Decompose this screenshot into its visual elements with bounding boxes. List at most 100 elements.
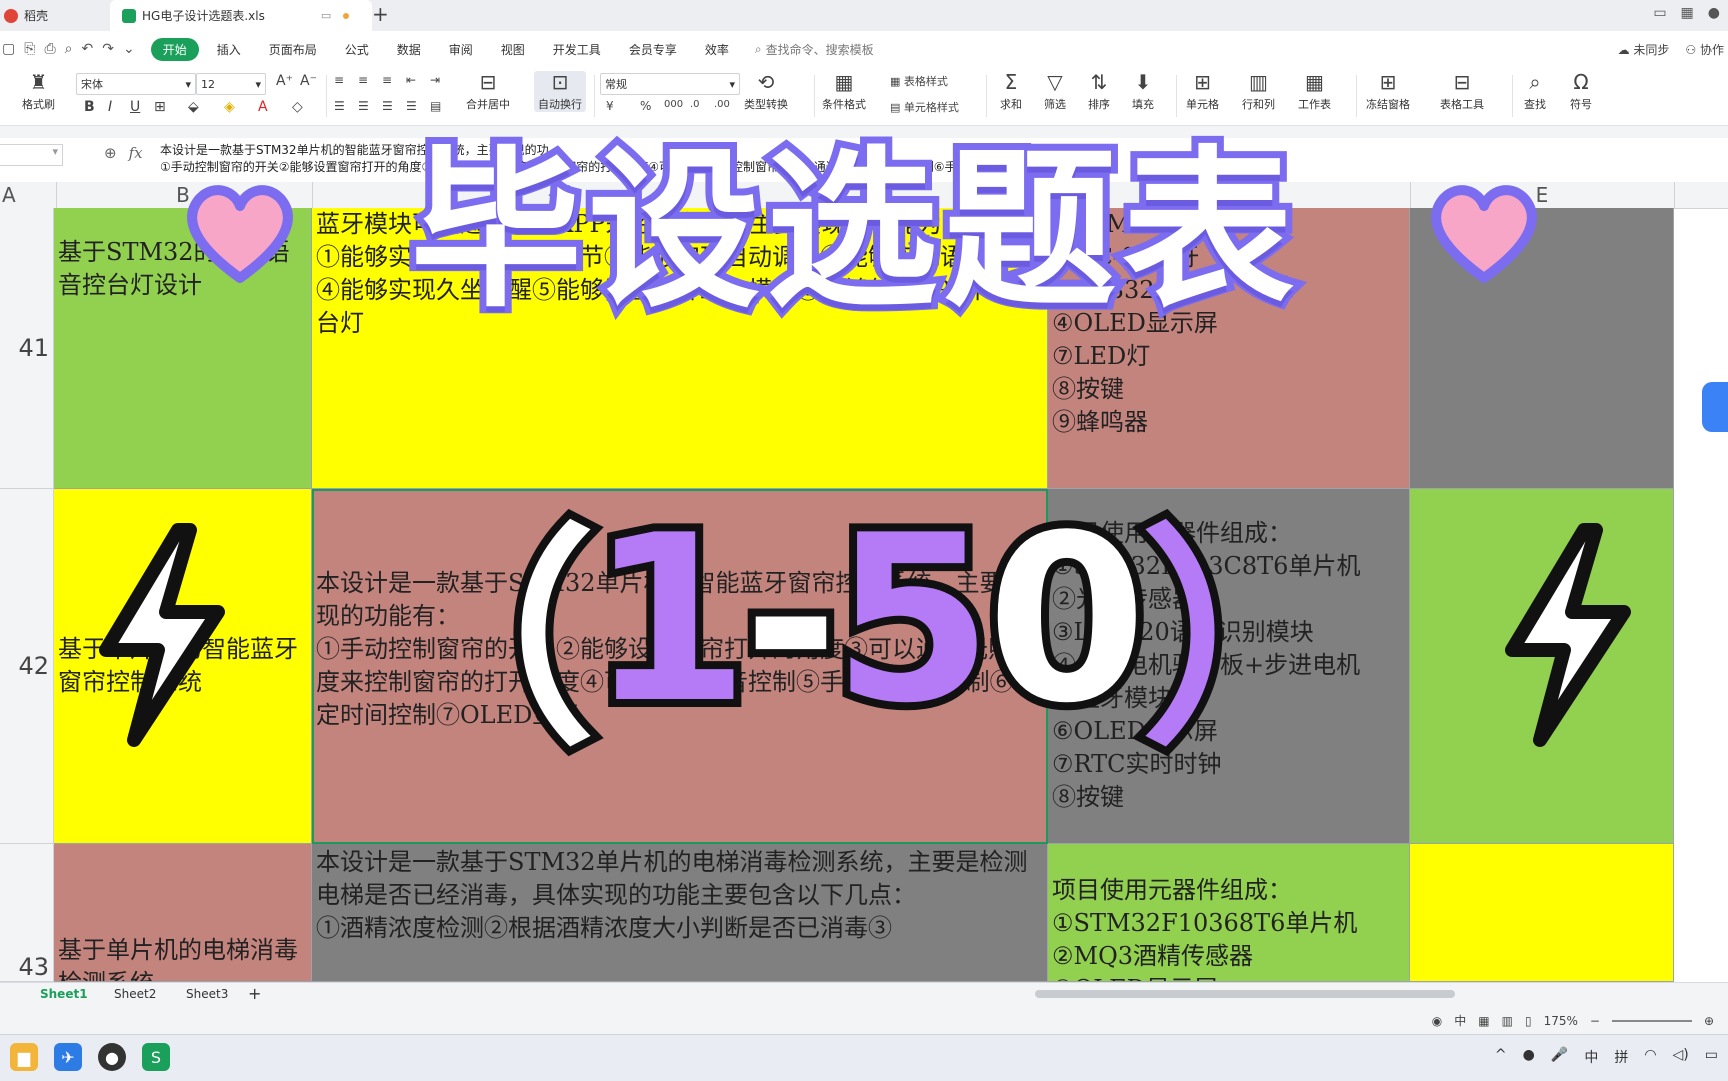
font-color-icon[interactable]: A (258, 99, 268, 115)
layout-icon[interactable]: ▭ (1653, 5, 1666, 21)
menu-review[interactable]: 审阅 (435, 41, 487, 58)
fx-icon[interactable]: fx (129, 144, 143, 162)
tray-chevron-icon[interactable]: ^ (1495, 1047, 1507, 1067)
tab-spreadsheet[interactable]: HG电子设计选题表.xls ▭ (110, 0, 372, 31)
symbol-label: 符号 (1570, 98, 1592, 111)
normal-view-icon[interactable]: ▦ (1478, 1014, 1489, 1028)
sheet-tab-2[interactable]: Sheet2 (114, 987, 156, 1001)
page-view-icon[interactable]: ▯ (1525, 1014, 1532, 1028)
menu-developer[interactable]: 开发工具 (539, 41, 615, 58)
cell-e43[interactable] (1410, 844, 1674, 982)
spreadsheet-icon (122, 8, 136, 23)
heart-icon (1431, 185, 1537, 283)
align-bottom-icon[interactable]: ≡ (382, 73, 392, 87)
collaborate-button[interactable]: ⚇ 协作 (1685, 41, 1724, 58)
new-tab-button[interactable]: + (372, 2, 389, 26)
file-explorer-icon[interactable]: ▆ (10, 1043, 38, 1071)
menu-efficiency[interactable]: 效率 (691, 41, 743, 58)
highlight-icon[interactable]: ◈ (224, 99, 235, 115)
worksheet-button[interactable]: ▦ 工作表 (1298, 71, 1331, 112)
user-avatar-icon[interactable]: ● (1708, 5, 1720, 21)
microphone-icon[interactable]: 🎤 (1551, 1047, 1568, 1067)
zoom-level[interactable]: 175% (1544, 1014, 1578, 1028)
zoom-icon[interactable]: ⊕ (104, 144, 117, 162)
clear-icon[interactable]: ◇ (292, 99, 303, 115)
input-lang-icon[interactable]: 中 (1454, 1012, 1466, 1029)
table-style-label: 表格样式 (903, 75, 948, 88)
cell-d43[interactable]: 项目使用元器件组成： ①STM32F10368T6单片机 ②MQ3酒精传感器 ③… (1048, 844, 1410, 982)
add-sheet-button[interactable]: + (248, 984, 261, 1003)
menu-insert[interactable]: 插入 (203, 41, 255, 58)
menu-view[interactable]: 视图 (487, 41, 539, 58)
menu-page-layout[interactable]: 页面布局 (255, 41, 331, 58)
format-painter-button[interactable]: ♜ 格式刷 (22, 71, 55, 112)
bird-app-icon[interactable]: ✈ (54, 1043, 82, 1071)
freeze-button[interactable]: ⊞ 冻结窗格 (1366, 71, 1410, 112)
zoom-out-icon[interactable]: − (1590, 1014, 1600, 1028)
table-style-button[interactable]: ▦ 表格样式 (890, 73, 948, 89)
cell-b43[interactable]: 基于单片机的电梯消毒检测系统 (54, 844, 312, 982)
wifi-icon[interactable]: ◠ (1644, 1047, 1656, 1067)
align-left-icon[interactable]: ☰ (334, 99, 345, 113)
font-size-select[interactable]: 12 ▾ (196, 73, 266, 95)
preview-icon[interactable]: ⌕ (65, 41, 73, 57)
find-button[interactable]: ⌕ 查找 (1524, 71, 1546, 112)
heart-icon (187, 185, 293, 283)
sheet-tab-1[interactable]: Sheet1 (40, 987, 88, 1001)
zoom-in-icon[interactable]: ⊕ (1704, 1014, 1714, 1028)
align-middle-icon[interactable]: ≡ (358, 73, 368, 87)
reading-view-icon[interactable]: ▥ (1502, 1014, 1513, 1028)
indent-increase-icon[interactable]: ⇥ (430, 73, 440, 87)
cell-c43[interactable]: 本设计是一款基于STM32单片机的电梯消毒检测系统，主要是检测电梯是否已经消毒，… (312, 844, 1048, 982)
italic-icon[interactable]: I (108, 99, 112, 115)
tab-popout-icon[interactable]: ▭ (321, 9, 331, 22)
more-icon[interactable]: ⌄ (123, 41, 135, 57)
eye-protect-icon[interactable]: ◉ (1432, 1014, 1442, 1028)
align-right-icon[interactable]: ☰ (382, 99, 393, 113)
tray-lang[interactable]: 中 (1584, 1047, 1598, 1067)
font-name-select[interactable]: 宋体 ▾ (76, 73, 196, 95)
save-icon[interactable]: ▢ (2, 41, 15, 57)
bold-icon[interactable]: B (84, 99, 95, 115)
lightning-icon (1505, 523, 1631, 747)
horizontal-scrollbar[interactable] (1035, 990, 1455, 998)
battery-icon[interactable]: ▭ (1705, 1047, 1718, 1067)
font-name-value: 宋体 (81, 78, 103, 91)
print-icon[interactable]: ⎙ (44, 41, 55, 57)
align-center-icon[interactable]: ☰ (358, 99, 369, 113)
font-grow-icon[interactable]: A⁺ (276, 73, 293, 89)
border-icon[interactable]: ⊞ (154, 99, 166, 115)
tab-bar: 稻壳 HG电子设计选题表.xls ▭ + ▭ ▦ ● (0, 0, 1728, 32)
tray-ime[interactable]: 拼 (1614, 1047, 1628, 1067)
grid-apps-icon[interactable]: ▦ (1681, 5, 1694, 21)
redo-icon[interactable]: ↷ (102, 41, 114, 57)
media-app-icon[interactable]: ● (98, 1043, 126, 1071)
tray-app-icon[interactable]: ● (1523, 1047, 1535, 1067)
menu-start[interactable]: 开始 (150, 37, 199, 61)
table-tools-button[interactable]: ⊟ 表格工具 (1440, 71, 1484, 112)
volume-icon[interactable]: ◁) (1673, 1047, 1689, 1067)
indent-decrease-icon[interactable]: ⇤ (406, 73, 416, 87)
name-box[interactable]: ▾ (0, 144, 63, 166)
menu-member[interactable]: 会员专享 (615, 41, 691, 58)
undo-icon[interactable]: ↶ (81, 41, 93, 57)
side-assistant-widget[interactable] (1702, 382, 1728, 432)
underline-icon[interactable]: U (130, 99, 140, 115)
font-shrink-icon[interactable]: A⁻ (300, 73, 317, 89)
align-top-icon[interactable]: ≡ (334, 73, 344, 87)
symbol-button[interactable]: Ω 符号 (1570, 71, 1592, 112)
menu-formula[interactable]: 公式 (331, 41, 383, 58)
cell-fill-icon[interactable]: ⬙ (188, 99, 199, 115)
row-header-43[interactable]: 43 (0, 844, 54, 982)
row-header-41[interactable]: 41 (0, 208, 54, 489)
column-header-a[interactable]: A (0, 182, 57, 208)
zoom-slider[interactable] (1611, 1019, 1692, 1022)
menu-data[interactable]: 数据 (383, 41, 435, 58)
command-search[interactable]: ⌕ 查找命令、搜索模板 (755, 41, 874, 58)
sync-status[interactable]: ☁ 未同步 (1618, 41, 1670, 58)
row-header-42[interactable]: 42 (0, 489, 54, 844)
tab-docer[interactable]: 稻壳 (0, 0, 104, 31)
sheet-tab-3[interactable]: Sheet3 (186, 987, 228, 1001)
export-icon[interactable]: ⎘ (24, 41, 35, 57)
wps-sheet-icon[interactable]: S (142, 1043, 170, 1071)
